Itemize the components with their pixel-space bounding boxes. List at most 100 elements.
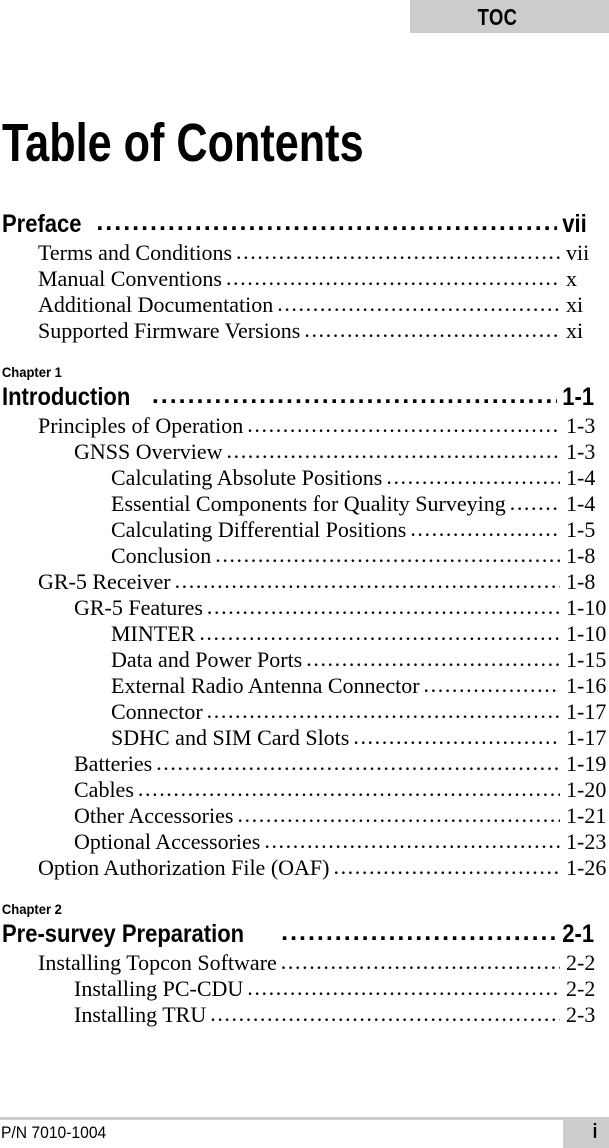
toc-leader-dots: ........................................… [277,291,560,316]
toc-entry-row[interactable]: SDHC and SIM Card Slots.................… [0,724,609,751]
toc-leader-dots: ........................................… [410,516,560,541]
toc-entry-page-number: 1-3 [566,413,596,438]
toc-leader-dots: ........................................… [210,1001,560,1026]
toc-entry-row[interactable]: Connector...............................… [0,698,609,725]
toc-entry-row[interactable]: Supported Firmware Versions.............… [0,317,609,344]
toc-entry-row[interactable]: Other Accessories.......................… [0,802,609,829]
toc-entry-row[interactable]: Principles of Operation.................… [0,412,609,439]
toc-leader-dots: ........................................… [509,490,560,515]
toc-entry-row[interactable]: MINTER..................................… [0,620,609,647]
toc-leader-dots: ........................................… [237,802,560,827]
toc-thumb-tab: TOC [410,0,609,33]
toc-leader-dots: ........................................… [137,776,560,801]
toc-entry-page-number: 1-23 [566,829,607,854]
toc-entry-page-number: 1-21 [566,803,607,828]
toc-entry-page-number: 1-5 [566,517,596,542]
toc-entry-page-number: 1-8 [566,569,596,594]
footer-page-number: i [592,1121,598,1143]
toc-chapter-row[interactable]: Preface.................................… [0,208,609,240]
toc-entry-row[interactable]: Installing PC-CDU.......................… [0,975,609,1002]
footer-page-tab: i [563,1117,609,1148]
toc-entry-page-number: 1-17 [566,725,607,750]
toc-entry-row[interactable]: GNSS Overview...........................… [0,438,609,465]
toc-leader-dots: ........................................… [96,208,557,236]
toc-entry-page-number: 1-4 [566,465,596,490]
toc-leader-dots: ........................................… [247,975,560,1000]
toc-entry-page-number: 1-17 [566,699,607,724]
toc-entry-row[interactable]: Conclusion..............................… [0,542,609,569]
toc-entry-page-number: 1-1 [562,383,595,411]
toc-leader-dots: ........................................… [225,265,560,290]
toc-entry-title: Additional Documentation [38,292,274,317]
toc-entry-title: Optional Accessories [74,829,261,854]
toc-chapter-row[interactable]: Pre-survey Preparation..................… [0,918,609,950]
toc-entry-title: GR-5 Features [74,595,203,620]
toc-entry-row[interactable]: Data and Power Ports....................… [0,646,609,673]
toc-entry-page-number: xi [566,318,584,343]
toc-entry-row[interactable]: Essential Components for Quality Surveyi… [0,490,609,517]
toc-entry-row[interactable]: Installing TRU..........................… [0,1001,609,1028]
toc-entry-title: GNSS Overview [74,439,223,464]
toc-entry-row[interactable]: Optional Accessories....................… [0,828,609,855]
toc-leader-dots: ........................................… [174,568,560,593]
toc-thumb-tab-label: TOC [477,4,518,30]
toc-leader-dots: ........................................… [386,464,560,489]
toc-chapter-row[interactable]: Introduction............................… [0,381,609,413]
toc-entry-title: Option Authorization File (OAF) [38,855,330,880]
toc-entry-title: MINTER [111,621,196,646]
toc-entry-page-number: 1-19 [566,751,607,776]
toc-entry-title: Calculating Absolute Positions [111,465,383,490]
toc-entry-title: Essential Components for Quality Surveyi… [111,491,506,516]
toc-entry-page-number: 2-2 [566,950,596,975]
toc-entry-page-number: 1-15 [566,647,607,672]
toc-entry-title: Installing TRU [74,1002,207,1027]
toc-leader-dots: ........................................… [215,542,560,567]
toc-spacer [0,881,609,900]
toc-entry-title: Preface [2,210,82,238]
toc-leader-dots: ........................................… [199,620,560,645]
toc-entry-row[interactable]: Installing Topcon Software..............… [0,949,609,976]
table-of-contents-list: Preface.................................… [0,208,609,1028]
toc-entry-row[interactable]: GR-5 Features...........................… [0,594,609,621]
toc-leader-dots: ........................................… [151,381,557,409]
footer-rule [0,1117,609,1120]
toc-leader-dots: ........................................… [264,828,560,853]
toc-entry-row[interactable]: External Radio Antenna Connector........… [0,672,609,699]
toc-entry-title: Principles of Operation [38,413,244,438]
toc-leader-dots: ........................................… [423,672,560,697]
toc-entry-title: Batteries [74,751,153,776]
toc-entry-title: Data and Power Ports [111,647,303,672]
toc-entry-row[interactable]: Manual Conventions......................… [0,265,609,292]
toc-entry-page-number: vii [562,210,587,238]
toc-leader-dots: ........................................… [206,594,560,619]
toc-entry-page-number: 1-4 [566,491,596,516]
toc-leader-dots: ........................................… [304,317,560,342]
toc-entry-row[interactable]: Option Authorization File (OAF).........… [0,854,609,881]
toc-entry-row[interactable]: Cables..................................… [0,776,609,803]
toc-entry-row[interactable]: GR-5 Receiver...........................… [0,568,609,595]
toc-entry-title: Other Accessories [74,803,234,828]
toc-entry-row[interactable]: Additional Documentation................… [0,291,609,318]
toc-entry-row[interactable]: Calculating Absolute Positions..........… [0,464,609,491]
toc-entry-title: Installing Topcon Software [38,950,277,975]
toc-entry-title: Installing PC-CDU [74,976,244,1001]
toc-entry-title: Pre-survey Preparation [2,920,245,948]
toc-entry-page-number: 1-3 [566,439,596,464]
toc-leader-dots: ........................................… [226,438,561,463]
toc-spacer [0,344,609,363]
toc-entry-page-number: 1-16 [566,673,607,698]
toc-entry-page-number: 2-2 [566,976,596,1001]
toc-entry-row[interactable]: Calculating Differential Positions......… [0,516,609,543]
toc-entry-row[interactable]: Terms and Conditions....................… [0,239,609,266]
toc-entry-page-number: 1-10 [566,595,607,620]
toc-entry-title: External Radio Antenna Connector [111,673,420,698]
toc-leader-dots: ........................................… [236,239,560,264]
toc-entry-row[interactable]: Batteries...............................… [0,750,609,777]
page-title: Table of Contents [2,113,364,174]
toc-entry-page-number: 2-1 [562,920,595,948]
toc-entry-page-number: 1-8 [566,543,596,568]
toc-entry-title: Cables [74,777,134,802]
toc-entry-page-number: vii [566,240,590,265]
toc-entry-page-number: x [566,266,577,291]
toc-entry-title: SDHC and SIM Card Slots [111,725,350,750]
